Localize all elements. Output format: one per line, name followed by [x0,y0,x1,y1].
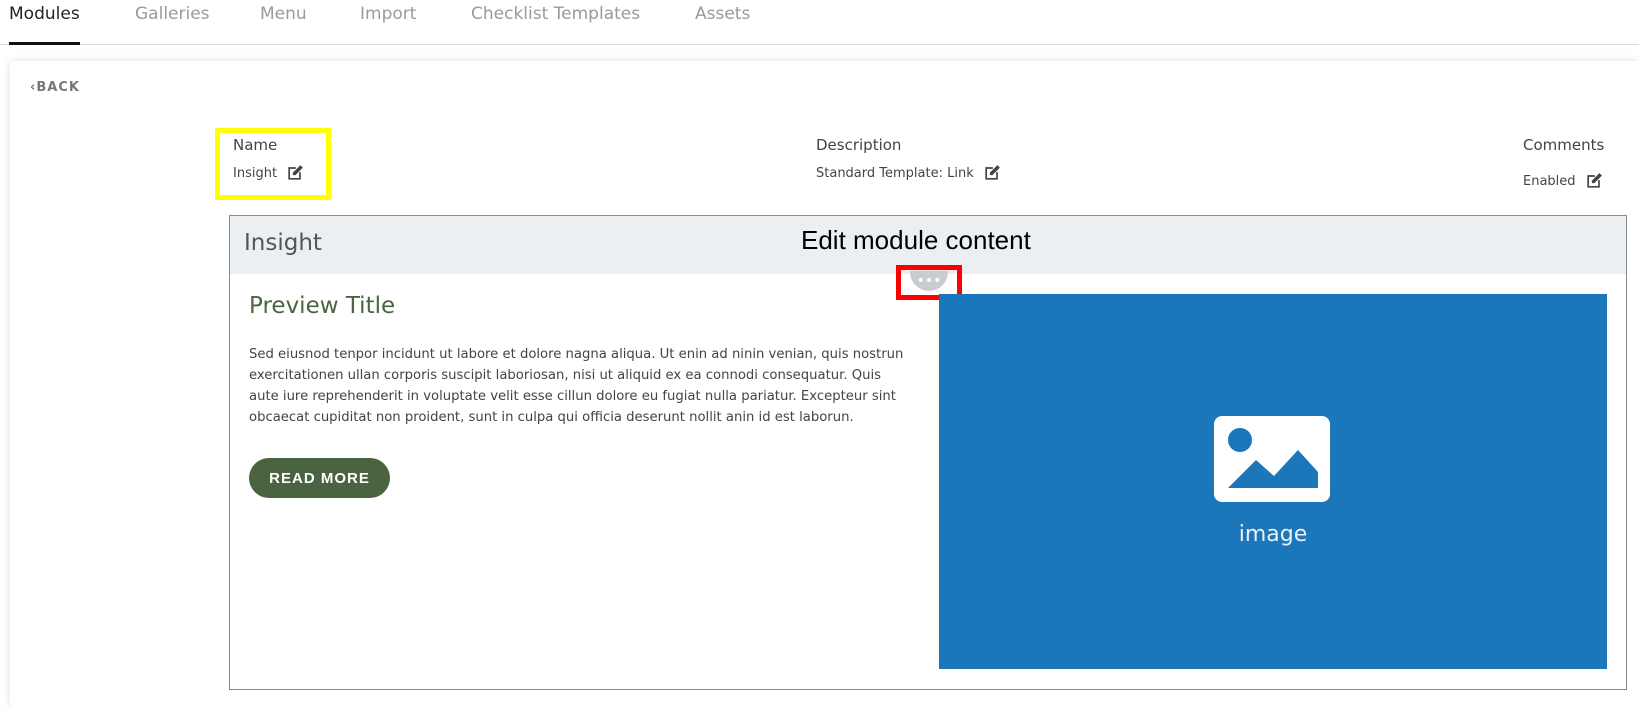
preview-title: Preview Title [249,293,396,319]
name-highlight-box [215,128,331,200]
edit-icon[interactable] [982,163,1002,183]
edit-icon[interactable] [1584,171,1604,191]
description-value: Standard Template: Link [816,163,1002,183]
edit-module-content-annotation: Edit module content [801,225,1031,255]
tab-galleries[interactable]: Galleries [135,4,210,44]
image-icon [1214,416,1330,502]
comments-value: Enabled [1523,171,1604,191]
back-link[interactable]: ‹BACK [30,80,80,95]
image-label: image [1238,522,1308,547]
tab-checklist-templates[interactable]: Checklist Templates [471,4,640,44]
image-placeholder: image [939,294,1607,669]
description-text: Standard Template: Link [816,165,974,181]
tab-import[interactable]: Import [360,4,416,44]
tab-menu[interactable]: Menu [260,4,307,44]
tab-assets[interactable]: Assets [695,4,750,44]
read-more-button[interactable]: READ MORE [249,458,390,498]
module-card-title: Insight [244,230,322,256]
description-label: Description [816,136,902,154]
preview-body-text: Sed eiusnod tenpor incidunt ut labore et… [249,347,904,425]
comments-text: Enabled [1523,173,1576,189]
tab-modules[interactable]: Modules [9,4,80,45]
back-label: BACK [36,80,80,95]
comments-label: Comments [1523,136,1605,154]
top-tab-bar: Modules Galleries Menu Import Checklist … [0,0,1639,45]
